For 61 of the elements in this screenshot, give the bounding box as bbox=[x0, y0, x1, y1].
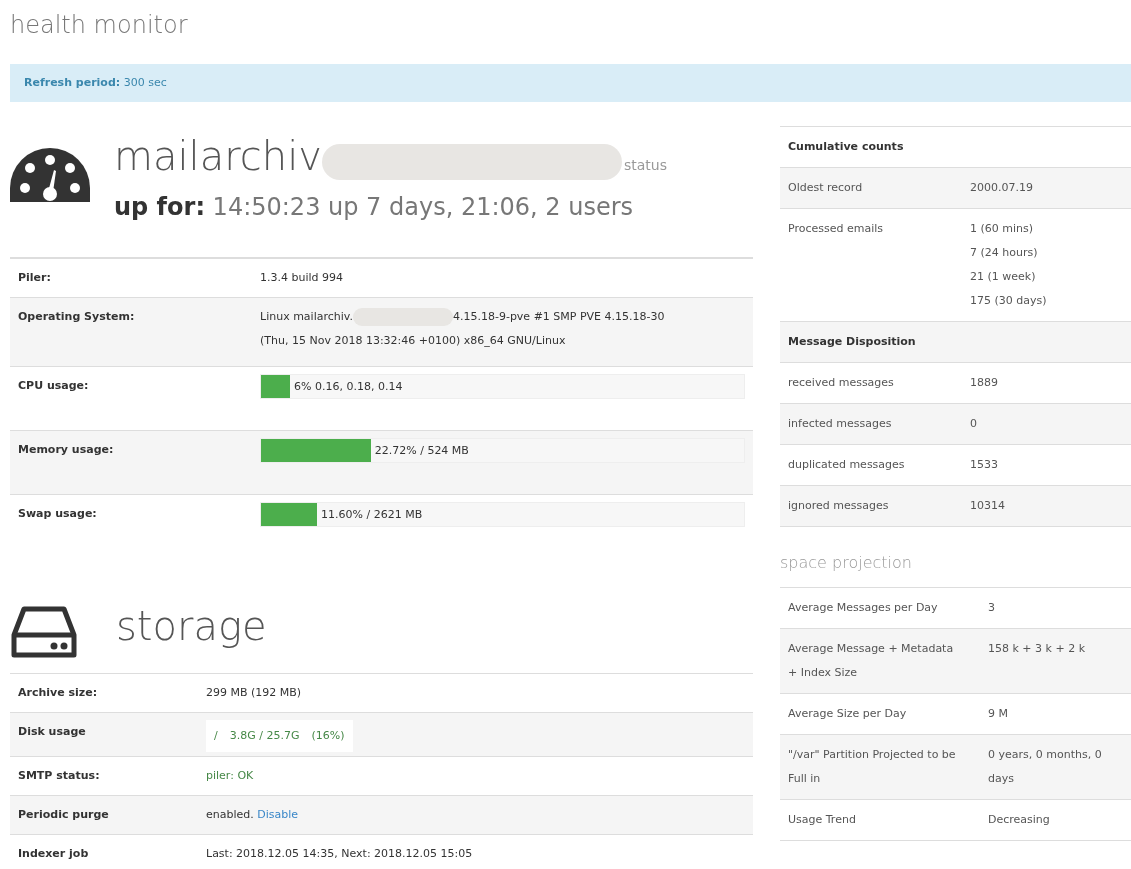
row-label: Disk usage bbox=[17, 724, 87, 740]
disk-usage-value: 3.8G / 25.7G bbox=[229, 728, 300, 744]
table-cell-text: 158 k + 3 k + 2 k bbox=[988, 641, 1086, 657]
table-cell-text: 1533 bbox=[970, 457, 998, 473]
table-cell-text: 21 (1 week) bbox=[970, 269, 1037, 285]
table-cell-text: 10314 bbox=[970, 498, 1005, 514]
row-label: Piler: bbox=[17, 270, 52, 286]
table-cell-text: Average Size per Day bbox=[787, 706, 908, 722]
uptime-text: up for: 14:50:23 up 7 days, 21:06, 2 users bbox=[114, 192, 635, 223]
table-cell-text: 1889 bbox=[970, 375, 998, 391]
table-heading: Message Disposition bbox=[787, 334, 917, 350]
table-cell-text: Average Message + Metadata + Index Size bbox=[787, 641, 955, 681]
row-label: Operating System: bbox=[17, 309, 136, 325]
row-label: Memory usage: bbox=[17, 442, 115, 458]
table-cell-text: Average Messages per Day bbox=[787, 600, 939, 616]
status-label: status bbox=[623, 156, 667, 175]
table-cell-text: Decreasing bbox=[988, 812, 1051, 828]
table-cell-text: Oldest record bbox=[787, 180, 864, 196]
row-label: Archive size: bbox=[17, 685, 99, 701]
row-label: SMTP status: bbox=[17, 768, 101, 784]
row-value: enabled. Disable bbox=[206, 808, 299, 821]
table-cell-text: 0 years, 0 months, 0 days bbox=[988, 747, 1103, 787]
table-cell-text: 3 bbox=[988, 600, 996, 616]
disable-link[interactable]: Disable bbox=[257, 808, 299, 821]
disk-usage-percent: (16%) bbox=[311, 728, 345, 744]
row-value: (Thu, 15 Nov 2018 13:32:46 +0100) x86_64 GNU/Linux bbox=[260, 333, 566, 349]
row-value: piler: OK bbox=[206, 769, 254, 782]
progress-text: 11.60% / 2621 MB bbox=[321, 506, 423, 523]
dashboard-gauge-icon bbox=[10, 148, 90, 202]
table-cell-text: "/var" Partition Projected to be Full in bbox=[787, 747, 957, 787]
host-name: mailarchiv bbox=[114, 132, 322, 181]
row-label: Indexer job bbox=[17, 846, 90, 862]
row-label: Swap usage: bbox=[17, 506, 98, 522]
progress-text: 22.72% / 524 MB bbox=[374, 442, 469, 459]
table-cell-text: Processed emails bbox=[787, 221, 885, 237]
section-title: storage bbox=[116, 601, 267, 651]
table-heading: Cumulative counts bbox=[787, 139, 905, 155]
table-cell-text: 7 (24 hours) bbox=[970, 245, 1039, 261]
table-cell-text: 1 (60 mins) bbox=[970, 221, 1035, 237]
mount-point: / bbox=[214, 728, 218, 744]
table-cell-text: ignored messages bbox=[787, 498, 890, 514]
table-cell-text: 2000.07.19 bbox=[970, 180, 1033, 196]
row-value: Last: 2018.12.05 14:35, Next: 2018.12.05 15:05 bbox=[206, 847, 473, 860]
table-cell-text: duplicated messages bbox=[787, 457, 906, 473]
refresh-period-text: Refresh period: 300 sec bbox=[24, 74, 167, 91]
page-title: health monitor bbox=[10, 10, 188, 40]
section-title: space projection bbox=[780, 552, 912, 574]
table-cell-text: Usage Trend bbox=[787, 812, 857, 828]
row-value: 1.3.4 build 994 bbox=[260, 271, 344, 284]
table-cell-text: 0 bbox=[970, 416, 977, 432]
row-value: 4.15.18-9-pve #1 SMP PVE 4.15.18-30 bbox=[452, 309, 665, 325]
table-cell-text: 9 M bbox=[988, 706, 1009, 722]
table-cell-text: received messages bbox=[787, 375, 895, 391]
row-label: Periodic purge bbox=[17, 807, 110, 823]
table-cell-text: infected messages bbox=[787, 416, 893, 432]
table-cell-text: 175 (30 days) bbox=[970, 293, 1047, 309]
row-value: Linux mailarchiv. bbox=[260, 309, 353, 325]
progress-text: 6% 0.16, 0.18, 0.14 bbox=[293, 378, 403, 395]
row-label: CPU usage: bbox=[17, 378, 90, 394]
row-value: 299 MB (192 MB) bbox=[206, 686, 302, 699]
hard-drive-icon bbox=[10, 604, 78, 661]
